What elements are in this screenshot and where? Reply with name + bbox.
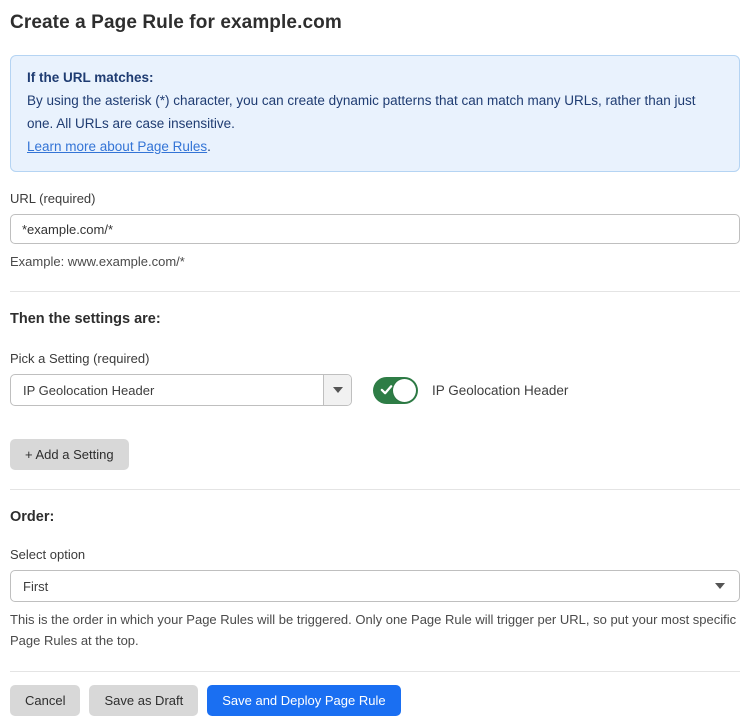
pick-setting-label: Pick a Setting (required) <box>10 351 740 366</box>
url-label: URL (required) <box>10 191 740 206</box>
toggle-label: IP Geolocation Header <box>432 383 568 398</box>
info-box-body: By using the asterisk (*) character, you… <box>27 89 723 135</box>
section-divider <box>10 489 740 490</box>
toggle-knob <box>393 379 416 402</box>
add-setting-button[interactable]: + Add a Setting <box>10 439 129 470</box>
info-box-heading: If the URL matches: <box>27 66 723 89</box>
setting-select-value: IP Geolocation Header <box>11 383 323 398</box>
caret-down-icon <box>715 583 725 589</box>
url-match-info-box: If the URL matches: By using the asteris… <box>10 55 740 172</box>
select-option-label: Select option <box>10 547 740 562</box>
order-select-value: First <box>11 579 715 594</box>
section-divider <box>10 291 740 292</box>
save-as-draft-button[interactable]: Save as Draft <box>89 685 198 716</box>
setting-select[interactable]: IP Geolocation Header <box>10 374 352 406</box>
page-title: Create a Page Rule for example.com <box>10 12 740 34</box>
check-icon <box>380 383 393 396</box>
link-suffix-period: . <box>207 139 211 154</box>
footer-divider <box>10 671 740 672</box>
url-example-text: Example: www.example.com/* <box>10 251 740 272</box>
save-and-deploy-button[interactable]: Save and Deploy Page Rule <box>207 685 400 716</box>
order-section-heading: Order: <box>10 509 740 525</box>
caret-down-icon <box>333 387 343 393</box>
order-select[interactable]: First <box>10 570 740 602</box>
order-select-caret-wrap <box>715 583 739 589</box>
learn-more-page-rules-link[interactable]: Learn more about Page Rules <box>27 139 207 154</box>
order-helper-text: This is the order in which your Page Rul… <box>10 609 740 651</box>
url-input[interactable] <box>10 214 740 244</box>
ip-geolocation-toggle[interactable] <box>373 377 418 404</box>
setting-row: IP Geolocation Header IP Geolocation Hea… <box>10 374 740 406</box>
settings-section-heading: Then the settings are: <box>10 311 740 327</box>
footer-actions: Cancel Save as Draft Save and Deploy Pag… <box>10 685 740 716</box>
cancel-button[interactable]: Cancel <box>10 685 80 716</box>
setting-select-arrow-button[interactable] <box>323 375 351 405</box>
info-box-link-line: Learn more about Page Rules. <box>27 135 723 158</box>
